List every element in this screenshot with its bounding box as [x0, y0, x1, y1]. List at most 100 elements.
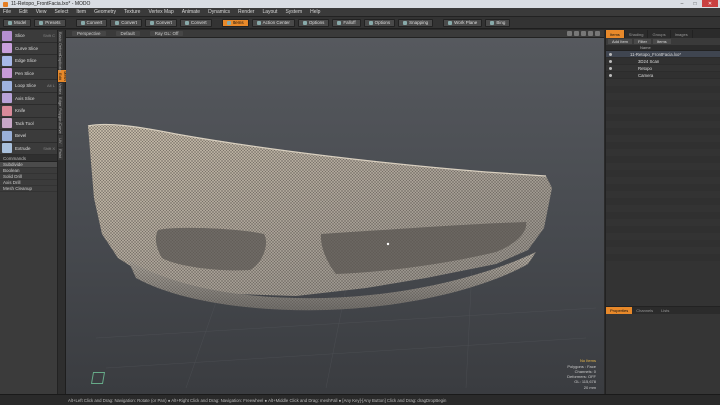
tab-paint[interactable]: Paint — [58, 148, 63, 160]
shading-dropdown[interactable]: Default — [115, 31, 140, 36]
window-title: 11-Retopo_FrontFacia.lxo* - MODO — [11, 1, 91, 7]
item-tree: 11-Retopo_FrontFacia.lxo* 3D24 Scan Retopo… — [606, 51, 720, 261]
visibility-toggle[interactable] — [606, 52, 614, 56]
tab-curve[interactable]: Curve — [58, 122, 63, 134]
toolbar-button[interactable]: Convert — [110, 18, 143, 27]
tab-vertex[interactable]: Vertex — [58, 83, 63, 95]
3d-viewport[interactable]: No Items Polygons : Face Channels: 0 Def… — [66, 38, 604, 394]
tool-slice[interactable]: Slice Shift C — [0, 30, 57, 43]
toolbar-button[interactable]: Work Plane — [443, 18, 483, 27]
status-text: Alt+Left Click and Drag: Navigation: Rot… — [68, 397, 447, 403]
menu-item-view[interactable]: View — [36, 9, 47, 15]
tab-duplicate[interactable]: Duplicate — [58, 55, 63, 71]
tool-label: Bevel — [15, 133, 27, 139]
view-type-dropdown[interactable]: Perspective — [72, 31, 106, 36]
zoom-view-icon[interactable] — [581, 31, 586, 36]
toolbar-button-icon — [184, 20, 189, 25]
tool-tack-tool[interactable]: Tack Tool — [0, 118, 57, 130]
toolbar-button[interactable]: Convert — [179, 18, 212, 27]
minimize-button[interactable]: – — [676, 0, 688, 7]
tab-lists[interactable]: Lists — [657, 307, 673, 314]
maximize-button[interactable]: □ — [689, 0, 701, 7]
maximize-view-icon[interactable] — [595, 31, 600, 36]
tab-uv[interactable]: UV — [58, 135, 63, 147]
command-mesh-cleanup[interactable]: Mesh Cleanup — [0, 186, 57, 192]
tab-channels[interactable]: Channels — [632, 307, 657, 314]
tool-pen-slice[interactable]: Pen Slice — [0, 68, 57, 80]
tool-label: Loop Slice — [15, 83, 37, 89]
toolbar-button[interactable]: Action Center — [251, 18, 295, 27]
tab-edge[interactable]: Edge — [58, 96, 63, 108]
toolbar-button-icon — [256, 20, 261, 25]
tab-images[interactable]: Images — [671, 30, 693, 38]
rotate-view-icon[interactable] — [574, 31, 579, 36]
toolbar-button-label: Bing — [496, 20, 506, 25]
menu-item-vertex-map[interactable]: Vertex Map — [148, 9, 173, 15]
info-line: 20 mm — [583, 384, 596, 390]
add-item-button[interactable]: Add Item — [608, 39, 633, 44]
tool-knife[interactable]: Knife — [0, 105, 57, 118]
toolbar-button[interactable]: Presets — [34, 18, 66, 27]
tab-items[interactable]: Items — [606, 30, 625, 38]
tool-shortcut: Shift C — [42, 33, 55, 39]
toolbar-button-label: Presets — [45, 20, 61, 25]
toolbar-button[interactable]: Options — [363, 18, 396, 27]
status-bar: Alt+Left Click and Drag: Navigation: Rot… — [0, 394, 720, 405]
close-button[interactable]: ✕ — [702, 0, 718, 7]
menu-item-system[interactable]: System — [285, 9, 302, 15]
item-name: Retopo — [638, 65, 652, 71]
tool-axis-slice[interactable]: Axis Slice — [0, 93, 57, 105]
tool-icon — [2, 68, 12, 79]
items-dropdown[interactable]: Items — [652, 39, 671, 44]
menu-item-item[interactable]: Item — [76, 9, 86, 15]
tool-extrude[interactable]: Extrude Shift X — [0, 143, 57, 155]
toolbar-button[interactable]: Items — [221, 18, 249, 27]
tool-loop-slice[interactable]: Loop Slice Alt L — [0, 80, 57, 93]
tool-curve-slice[interactable]: Curve Slice — [0, 43, 57, 55]
fit-view-icon[interactable] — [588, 31, 593, 36]
visibility-toggle[interactable] — [606, 66, 614, 70]
tab-properties[interactable]: Properties — [606, 307, 633, 314]
raygl-toggle[interactable]: Ray GL: Off — [149, 31, 184, 36]
tab-basic[interactable]: Basic — [58, 31, 63, 43]
toolbar-button-icon — [226, 20, 231, 25]
filter-button[interactable]: Filter — [634, 39, 651, 44]
tab-shading[interactable]: Shading — [625, 30, 649, 38]
menu-item-help[interactable]: Help — [310, 9, 320, 15]
tool-bevel[interactable]: Bevel — [0, 130, 57, 143]
toolbar-button-icon — [490, 20, 495, 25]
item-list-row[interactable]: 11-Retopo_FrontFacia.lxo* — [606, 51, 720, 58]
menu-item-render[interactable]: Render — [238, 9, 254, 15]
tool-icon — [2, 118, 12, 129]
eye-icon — [608, 66, 612, 70]
tool-icon — [2, 105, 12, 116]
menu-item-select[interactable]: Select — [54, 9, 68, 15]
tab-groups[interactable]: Groups — [648, 30, 671, 38]
tab-polygon[interactable]: Polygon — [58, 108, 63, 122]
menu-item-texture[interactable]: Texture — [124, 9, 140, 15]
item-list-row[interactable]: 3D24 Scan — [606, 58, 720, 65]
tool-icon — [2, 55, 12, 66]
item-list-row[interactable]: Retopo — [606, 65, 720, 72]
toolbar-button[interactable]: Snapping — [398, 18, 434, 27]
menu-item-dynamics[interactable]: Dynamics — [208, 9, 230, 15]
tool-label: Tack Tool — [15, 120, 34, 126]
menu-item-animate[interactable]: Animate — [182, 9, 200, 15]
toolbar-button[interactable]: Model — [3, 18, 32, 27]
visibility-toggle[interactable] — [606, 73, 614, 77]
move-view-icon[interactable] — [567, 31, 572, 36]
menu-item-geometry[interactable]: Geometry — [94, 9, 116, 15]
menu-item-edit[interactable]: Edit — [19, 9, 28, 15]
visibility-toggle[interactable] — [606, 59, 614, 63]
tool-edge-slice[interactable]: Edge Slice — [0, 55, 57, 68]
menu-item-layout[interactable]: Layout — [262, 9, 277, 15]
toolbar-button[interactable]: Bing — [485, 18, 511, 27]
toolbar-button[interactable]: Falloff — [332, 18, 361, 27]
commands-header: Commands — [0, 155, 57, 162]
menu-item-file[interactable]: File — [3, 9, 11, 15]
eye-icon — [608, 73, 612, 77]
toolbar-button[interactable]: Options — [297, 18, 330, 27]
toolbar-button[interactable]: Convert — [145, 18, 177, 27]
item-list-row[interactable]: Camera — [606, 72, 720, 79]
toolbar-button[interactable]: Convert — [75, 18, 108, 27]
